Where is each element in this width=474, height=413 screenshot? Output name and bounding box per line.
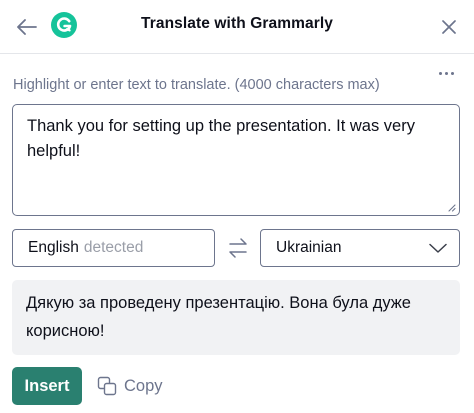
source-language-label: English (28, 239, 79, 256)
copy-icon (97, 376, 117, 396)
insert-button[interactable]: Insert (12, 367, 82, 405)
source-text: Thank you for setting up the presentatio… (27, 117, 415, 160)
source-text-input[interactable]: Thank you for setting up the presentatio… (12, 104, 460, 216)
panel-title: Translate with Grammarly (141, 15, 333, 32)
more-options-button[interactable] (434, 66, 458, 80)
more-horizontal-icon (438, 71, 442, 75)
header: Translate with Grammarly (0, 0, 474, 54)
chevron-down-icon (429, 243, 447, 253)
detected-status: detected (83, 239, 144, 256)
copy-label: Copy (124, 376, 163, 395)
copy-button[interactable]: Copy (97, 372, 163, 400)
swap-arrows-icon[interactable] (227, 236, 249, 260)
close-icon (442, 20, 456, 34)
translation-result: Дякую за проведену презентацію. Вона бул… (12, 280, 460, 355)
resize-grip-icon[interactable] (447, 203, 456, 212)
instruction-text: Highlight or enter text to translate. (4… (13, 77, 380, 93)
target-language-select[interactable]: Ukrainian (260, 229, 460, 267)
close-button[interactable] (434, 12, 464, 42)
source-language-selector[interactable]: English detected (12, 229, 215, 267)
target-language-label: Ukrainian (276, 239, 342, 256)
